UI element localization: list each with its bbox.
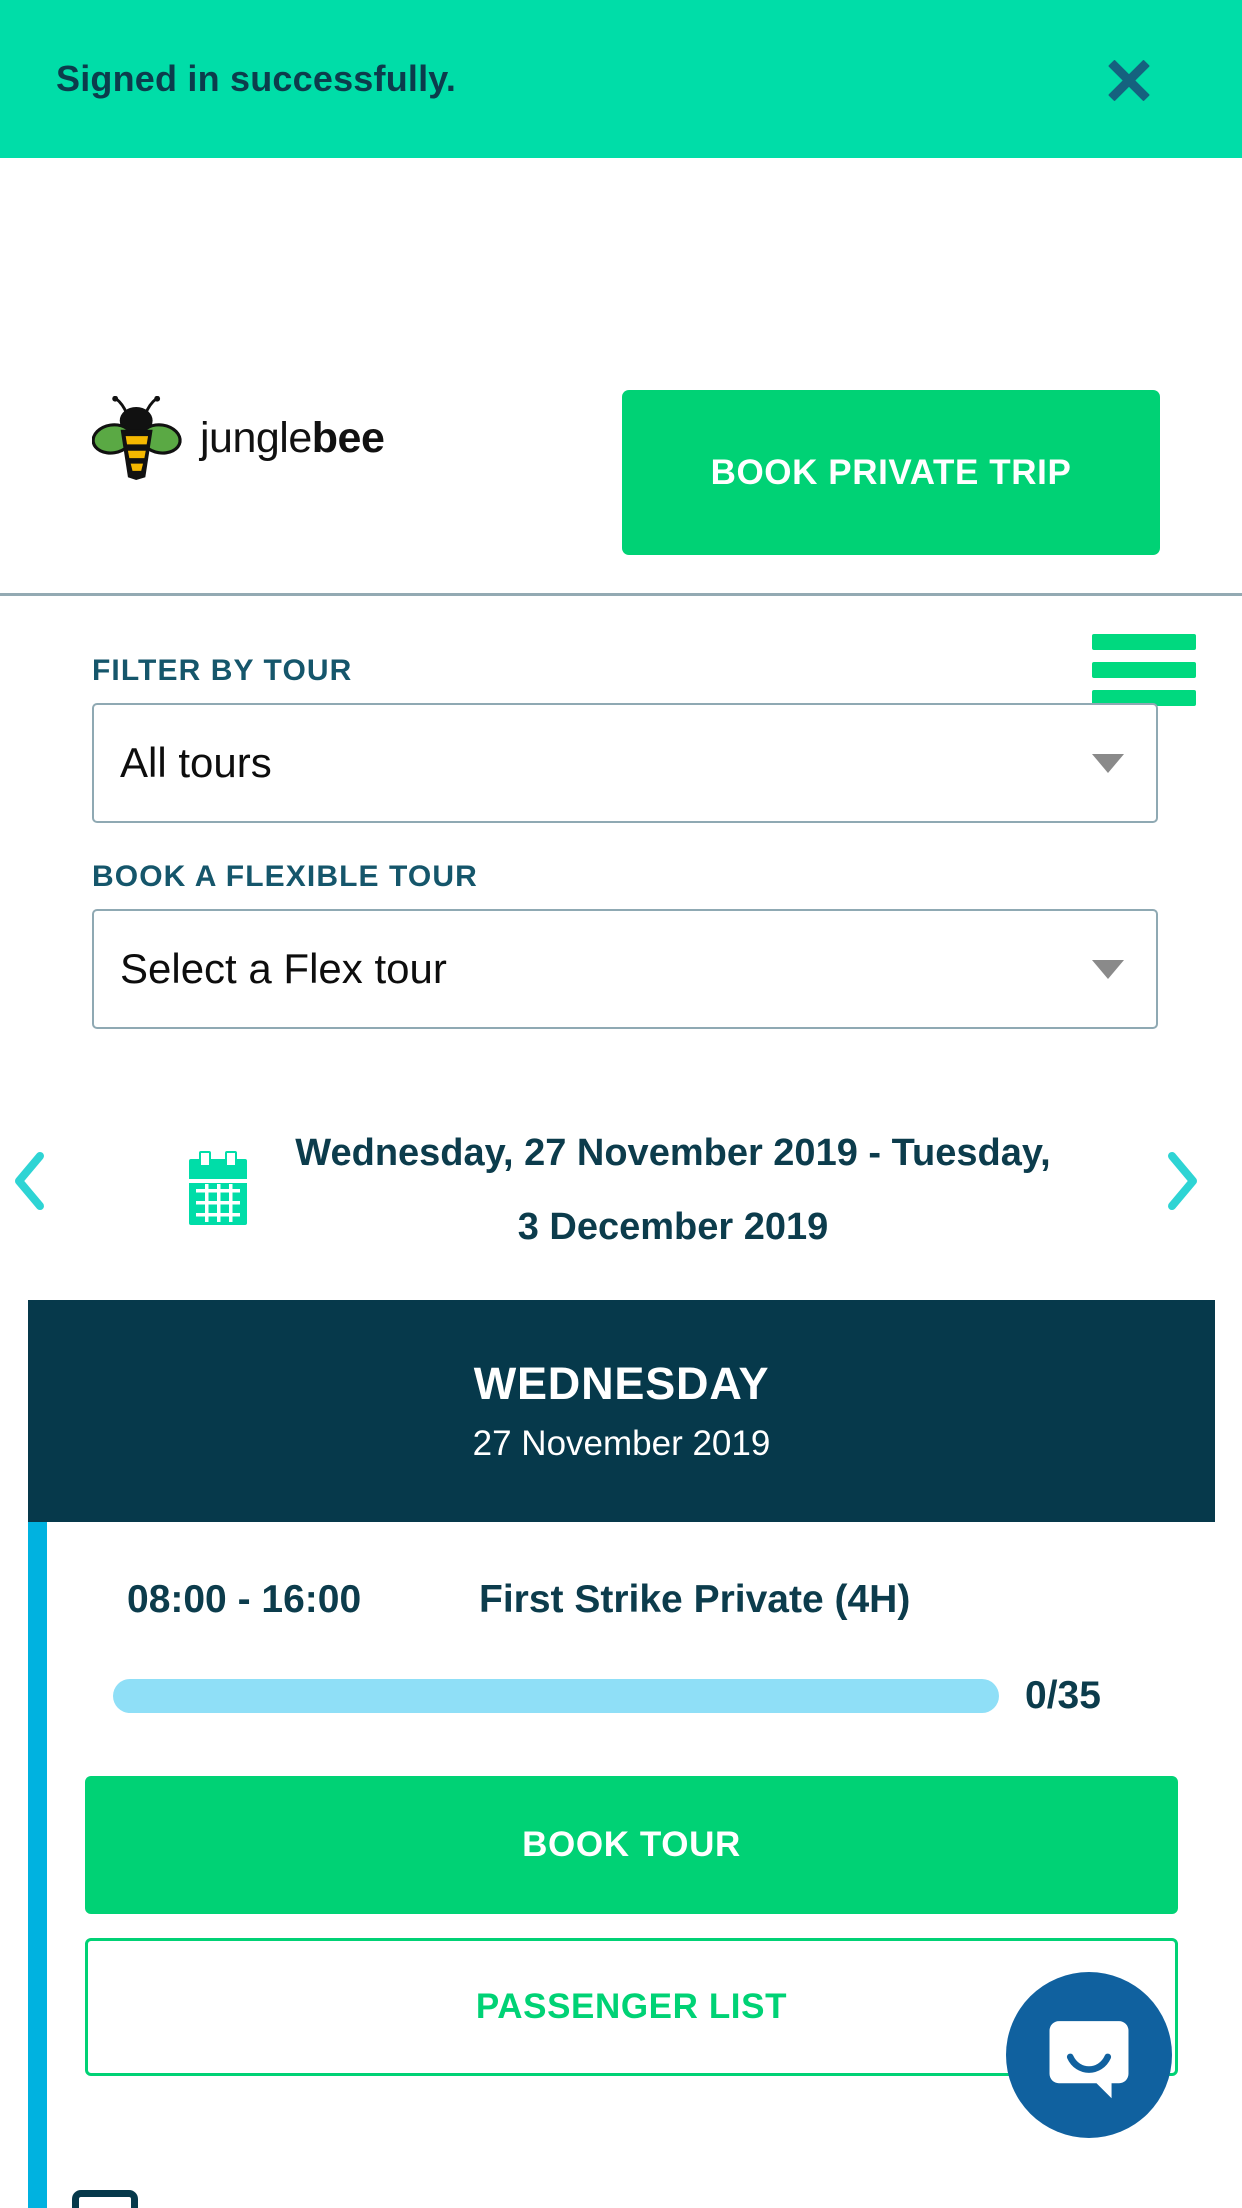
- brand-name: junglebee: [200, 413, 385, 463]
- filter-by-tour-value: All tours: [120, 739, 272, 786]
- chevron-left-icon[interactable]: [12, 1150, 82, 1230]
- date-navigation: Wednesday, 27 November 2019 - Tuesday, 3…: [0, 1095, 1242, 1285]
- day-weekday: WEDNESDAY: [473, 1358, 770, 1409]
- flex-tour-select[interactable]: Select a Flex tour: [92, 909, 1158, 1029]
- book-flexible-tour-label: BOOK A FLEXIBLE TOUR: [92, 860, 478, 893]
- chevron-right-icon[interactable]: [1160, 1150, 1230, 1230]
- book-tour-button[interactable]: BOOK TOUR: [85, 1776, 1178, 1914]
- calendar-icon[interactable]: [179, 1149, 257, 1231]
- day-header: WEDNESDAY 27 November 2019: [28, 1300, 1215, 1522]
- brand-logo[interactable]: junglebee: [91, 395, 385, 480]
- capacity-progress-bar: [113, 1679, 999, 1713]
- bee-logo-icon: [91, 395, 184, 480]
- flash-message-banner: Signed in successfully.: [0, 0, 1242, 158]
- capacity-count: 0/35: [1025, 1674, 1101, 1717]
- filter-by-tour-label: FILTER BY TOUR: [92, 654, 353, 687]
- tour-header-row: 08:00 - 16:00 First Strike Private (4H): [47, 1522, 1215, 1622]
- intercom-chat-icon[interactable]: [1006, 1972, 1172, 2138]
- chevron-down-icon: [1092, 959, 1124, 979]
- flex-tour-value: Select a Flex tour: [120, 945, 447, 992]
- tour-name: First Strike Private (4H): [479, 1578, 911, 1621]
- day-date: 27 November 2019: [472, 1424, 771, 1463]
- chevron-down-icon: [1092, 753, 1124, 773]
- capacity-progress-row: 0/35: [113, 1674, 1163, 1718]
- flash-message-text: Signed in successfully.: [56, 58, 457, 99]
- filters-section: FILTER BY TOUR All tours BOOK A FLEXIBLE…: [0, 596, 1242, 1029]
- date-range-label: Wednesday, 27 November 2019 - Tuesday, 3…: [295, 1132, 1051, 1248]
- site-header: junglebee BOOK PRIVATE TRIP: [0, 158, 1242, 706]
- book-private-trip-button[interactable]: BOOK PRIVATE TRIP: [622, 390, 1160, 555]
- tour-time: 08:00 - 16:00: [127, 1578, 362, 1621]
- filter-by-tour-select[interactable]: All tours: [92, 703, 1158, 823]
- brand-name-bold: bee: [311, 413, 385, 462]
- date-range-group: Wednesday, 27 November 2019 - Tuesday, 3…: [94, 1116, 1148, 1264]
- next-tour-partial-icon: [72, 2190, 138, 2208]
- brand-name-light: jungle: [200, 413, 312, 462]
- close-icon[interactable]: [1100, 50, 1158, 108]
